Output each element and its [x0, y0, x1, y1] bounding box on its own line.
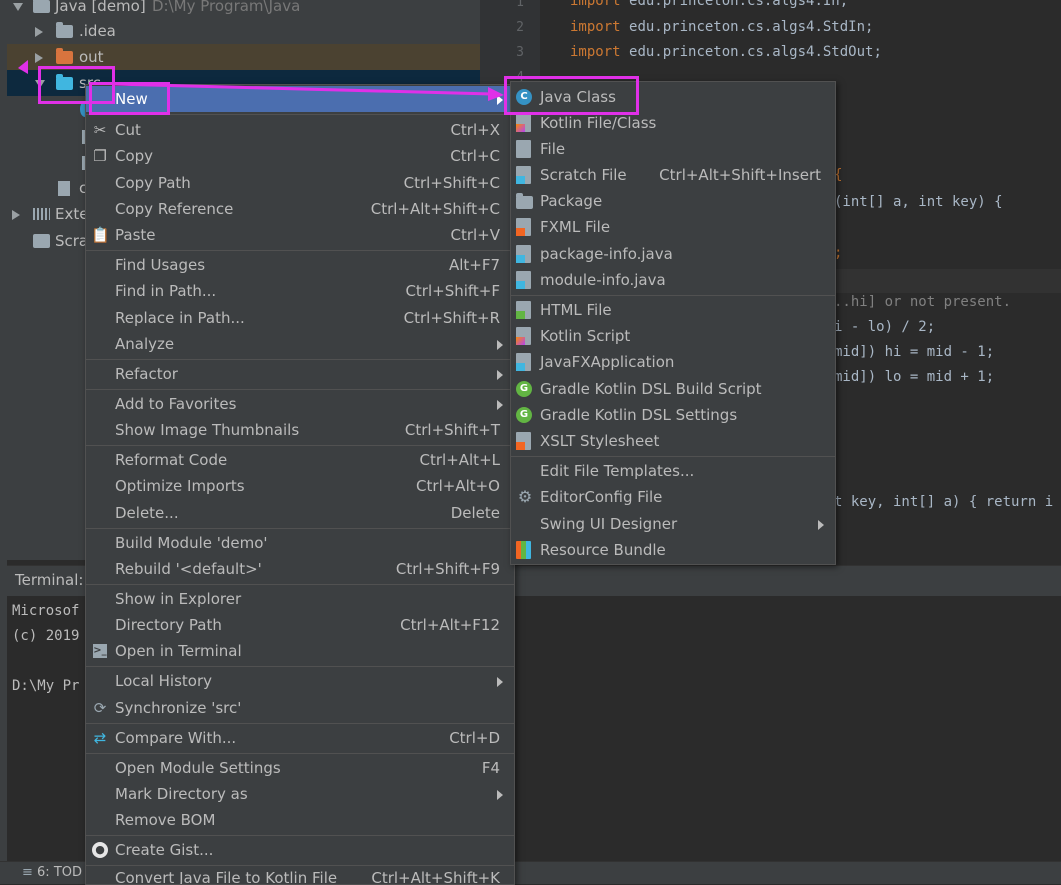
- annotation-arrowhead-left: [18, 60, 28, 74]
- annotation-arrow-line: [114, 82, 493, 96]
- annotation-arrows: [18, 60, 504, 101]
- annotation-arrowhead: [488, 87, 504, 101]
